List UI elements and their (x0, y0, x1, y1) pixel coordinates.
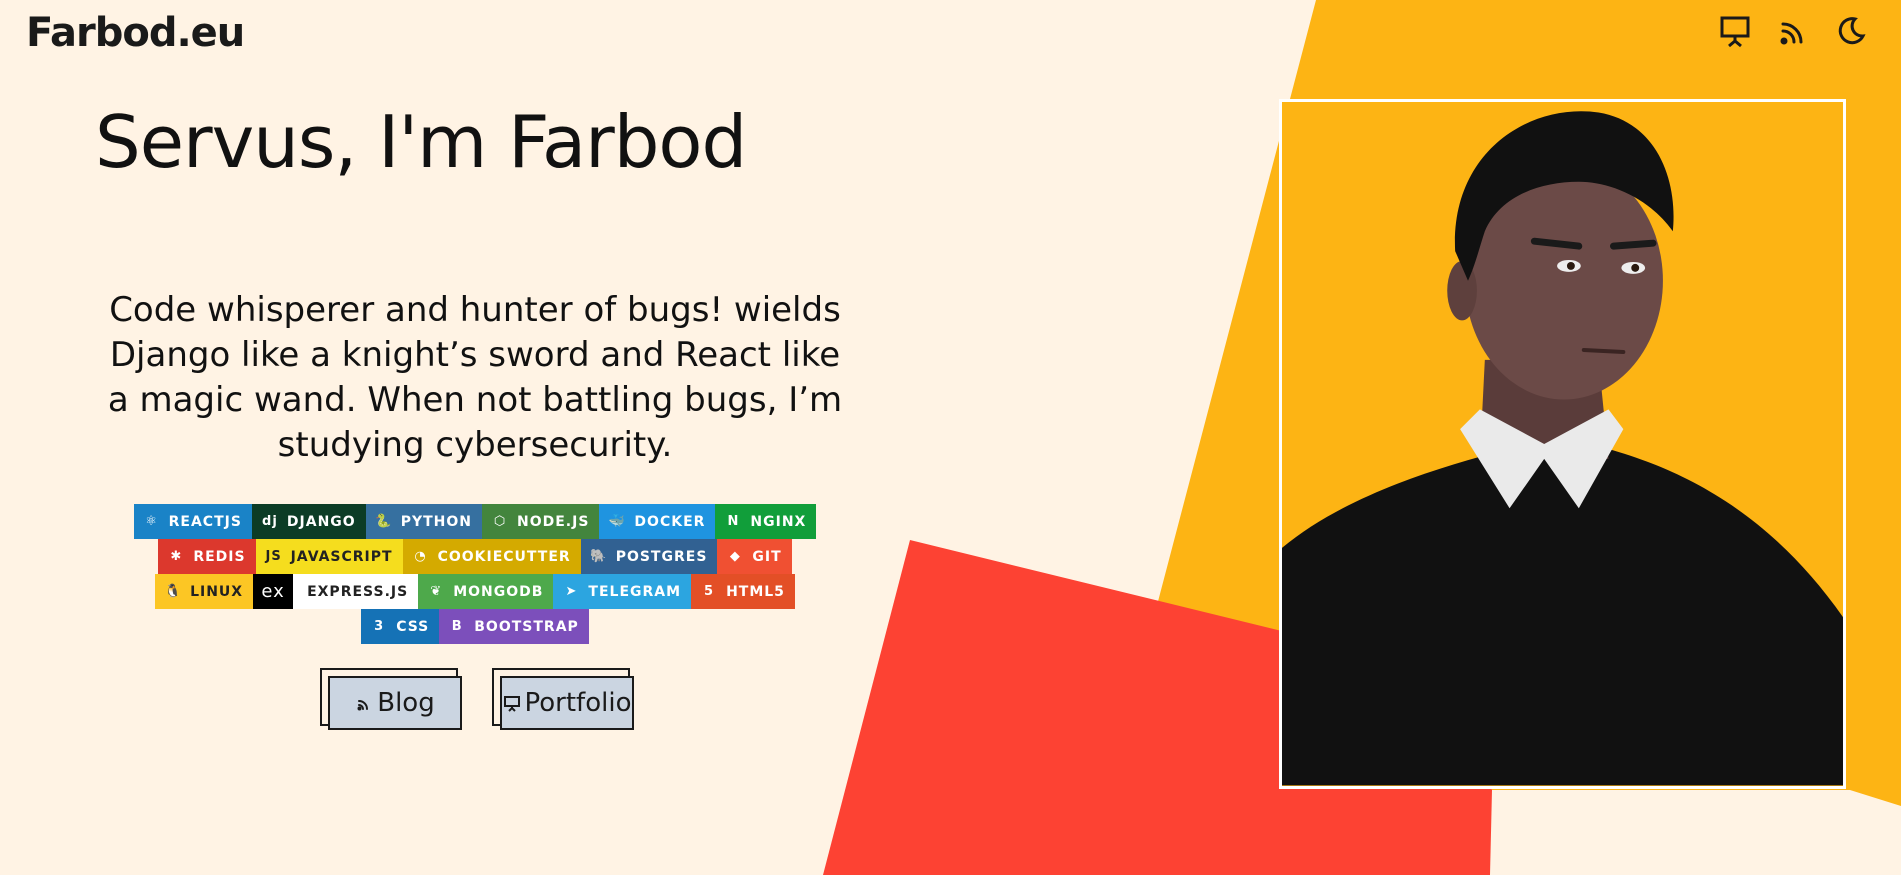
badge-reactjs: ⚛ REACTJS (133, 504, 252, 539)
badge-redis: ✱ REDIS (158, 539, 256, 574)
mongodb-icon: ❦ (430, 584, 443, 599)
node-js-icon: ⬡ (493, 514, 507, 529)
badge-bootstrap: B BOOTSTRAP (439, 609, 589, 644)
badge-label: DOCKER (634, 513, 706, 530)
badge-cookiecutter: ◔ COOKIECUTTER (402, 539, 581, 574)
badge-row: ✱ REDIS JS JAVASCRIPT ◔ COOKIECUTTER 🐘 POSTGRES… (80, 539, 870, 574)
badge-label: POSTGRES (615, 548, 708, 565)
badge-django: dj DJANGO (251, 504, 366, 539)
rss-icon (357, 700, 369, 711)
portfolio-button-wrap: Portfolio (492, 668, 636, 732)
site-logo[interactable]: Farbod.eu (26, 10, 245, 56)
badge-label: PYTHON (400, 513, 472, 530)
badge-row: 3 CSS B BOOTSTRAP (80, 609, 870, 644)
reactjs-icon: ⚛ (145, 514, 158, 529)
django-icon: dj (262, 514, 278, 529)
linux-icon: 🐧 (164, 584, 182, 599)
badge-postgres: 🐘 POSTGRES (580, 539, 718, 574)
badge-node-js: ⬡ NODE.JS (482, 504, 600, 539)
badge-label: NGINX (750, 513, 807, 530)
avatar-image (1282, 102, 1843, 786)
badge-css: 3 CSS (361, 609, 440, 644)
badge-javascript: JS JAVASCRIPT (255, 539, 403, 574)
badge-label: DJANGO (286, 513, 356, 530)
badge-label: GIT (752, 548, 782, 565)
blog-button-label: Blog (377, 688, 435, 718)
badge-nginx: N NGINX (715, 504, 817, 539)
portfolio-button-label: Portfolio (524, 688, 632, 718)
blog-button-wrap: Blog (320, 668, 464, 732)
badge-label: BOOTSTRAP (474, 618, 579, 635)
telegram-icon: ➤ (565, 584, 578, 599)
hero-title: Servus, I'm Farbod (95, 100, 747, 184)
presentation-icon (503, 696, 520, 712)
badge-label: JAVASCRIPT (290, 548, 393, 565)
badge-row: ⚛ REACTJS dj DJANGO 🐍 PYTHON ⬡ NODE.JS 🐳 DOCKER N N… (80, 504, 870, 539)
badge-label: HTML5 (726, 583, 785, 600)
badge-label: TELEGRAM (588, 583, 682, 600)
badge-html5: 5 HTML5 (691, 574, 795, 609)
badge-docker: 🐳 DOCKER (599, 504, 716, 539)
badge-row: 🐧 LINUX ex EXPRESS.JS ❦ MONGODB ➤ TELEGRAM 5 HTML… (80, 574, 870, 609)
badge-label: REACTJS (168, 513, 242, 530)
badge-telegram: ➤ TELEGRAM (553, 574, 692, 609)
avatar-portrait (1279, 99, 1846, 789)
header-icons (1719, 14, 1867, 48)
hero-bio: Code whisperer and hunter of bugs! wield… (107, 290, 843, 465)
tech-badges: ⚛ REACTJS dj DJANGO 🐍 PYTHON ⬡ NODE.JS 🐳 DOCKER N N… (80, 504, 870, 644)
git-icon: ◆ (729, 549, 741, 564)
redis-icon: ✱ (170, 549, 183, 564)
cookiecutter-icon: ◔ (414, 549, 427, 564)
badge-label: MONGODB (453, 583, 544, 600)
docker-icon: 🐳 (608, 514, 627, 529)
badge-label: COOKIECUTTER (437, 548, 571, 565)
javascript-icon: JS (265, 549, 282, 564)
badge-express-js: ex EXPRESS.JS (253, 574, 419, 609)
html5-icon: 5 (704, 584, 715, 599)
portfolio-button[interactable]: Portfolio (500, 676, 634, 730)
badge-git: ◆ GIT (717, 539, 792, 574)
express-js-icon: ex (253, 574, 294, 609)
rss-icon[interactable] (1777, 14, 1809, 48)
badge-python: 🐍 PYTHON (365, 504, 482, 539)
python-icon: 🐍 (375, 514, 393, 529)
presentation-icon[interactable] (1719, 14, 1751, 48)
blog-button[interactable]: Blog (328, 676, 462, 730)
css-icon: 3 (374, 619, 385, 634)
nginx-icon: N (727, 514, 740, 529)
bootstrap-icon: B (451, 619, 463, 634)
badge-label: REDIS (193, 548, 246, 565)
badge-label: CSS (396, 618, 430, 635)
badge-mongodb: ❦ MONGODB (418, 574, 554, 609)
postgres-icon: 🐘 (590, 549, 608, 564)
badge-label: EXPRESS.JS (307, 583, 409, 600)
badge-label: LINUX (190, 583, 244, 600)
moon-icon[interactable] (1835, 14, 1867, 48)
badge-label: NODE.JS (517, 513, 590, 530)
badge-linux: 🐧 LINUX (155, 574, 254, 609)
